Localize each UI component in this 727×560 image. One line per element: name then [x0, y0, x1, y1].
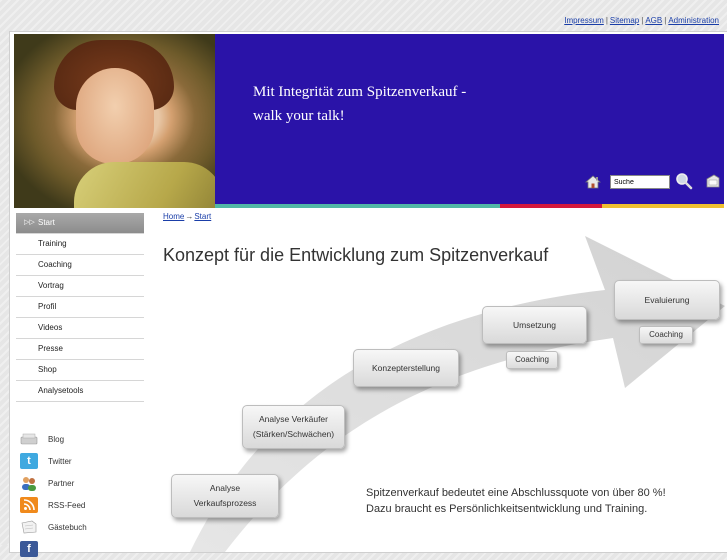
impressum-link[interactable]: Impressum	[564, 16, 604, 25]
nav-item-presse[interactable]: Presse	[16, 339, 144, 360]
search-icon[interactable]	[675, 172, 693, 190]
social-guestbook[interactable]: Gästebuch	[20, 516, 150, 538]
breadcrumb-home-link[interactable]: Home	[163, 212, 184, 221]
home-icon[interactable]	[585, 174, 601, 190]
breadcrumb: Home→Start	[163, 212, 211, 221]
slogan: Mit Integrität zum Spitzenverkauf - walk…	[253, 80, 466, 128]
step-2-line-2: (Stärken/Schwächen)	[252, 429, 335, 439]
step-1-line-1: Analyse	[209, 483, 241, 493]
header-portrait-image	[14, 34, 215, 208]
twitter-icon: t	[20, 453, 38, 469]
page-title: Konzept für die Entwicklung zum Spitzenv…	[163, 245, 549, 265]
blog-icon	[20, 431, 38, 447]
step-5-coaching-badge: Coaching	[639, 326, 693, 344]
page-container: Mit Integrität zum Spitzenverkauf - walk…	[9, 31, 727, 557]
color-stripe	[215, 204, 724, 208]
social-twitter-label: Twitter	[48, 456, 72, 466]
active-arrow-icon: ▷▷	[24, 219, 35, 226]
nav-item-training[interactable]: Training	[16, 234, 144, 255]
nav-item-start[interactable]: ▷▷ Start	[16, 213, 144, 234]
administration-link[interactable]: Administration	[668, 16, 719, 25]
nav-item-profil[interactable]: Profil	[16, 297, 144, 318]
contact-icon[interactable]	[705, 173, 721, 189]
step-konzepterstellung: Konzepterstellung	[353, 349, 459, 387]
social-twitter[interactable]: t Twitter	[20, 450, 150, 472]
step-1-line-2: Verkaufsprozess	[193, 498, 257, 508]
social-links: Blog t Twitter Partner RSS-Feed Gästebuc…	[20, 428, 150, 560]
concept-diagram: Analyse Verkaufsprozess Analyse Verkäufe…	[155, 228, 727, 552]
nav-item-analysetools[interactable]: Analysetools	[16, 381, 144, 402]
claim-text: Spitzenverkauf bedeutet eine Abschlussqu…	[366, 485, 666, 517]
step-umsetzung: Umsetzung	[482, 306, 587, 344]
claim-line-1: Spitzenverkauf bedeutet eine Abschlussqu…	[366, 487, 666, 499]
social-rss-label: RSS-Feed	[48, 500, 86, 510]
header-banner: Mit Integrität zum Spitzenverkauf - walk…	[215, 34, 724, 204]
step-evaluierung: Evaluierung	[614, 280, 720, 320]
social-facebook[interactable]: f	[20, 538, 150, 560]
social-blog[interactable]: Blog	[20, 428, 150, 450]
social-blog-label: Blog	[48, 434, 65, 444]
sidebar-nav: ▷▷ Start Training Coaching Vortrag Profil…	[16, 213, 144, 402]
social-partner-label: Partner	[48, 478, 75, 488]
slogan-line-1: Mit Integrität zum Spitzenverkauf -	[253, 84, 467, 100]
nav-item-videos[interactable]: Videos	[16, 318, 144, 339]
top-links: Impressum | Sitemap | AGB | Administration	[564, 16, 719, 25]
rss-icon	[20, 497, 38, 513]
agb-link[interactable]: AGB	[645, 16, 662, 25]
social-rss[interactable]: RSS-Feed	[20, 494, 150, 516]
claim-line-2: Dazu braucht es Persönlichkeitsentwicklu…	[366, 503, 648, 515]
slogan-line-2: walk your talk!	[253, 108, 345, 124]
step-3-label: Konzepterstellung	[371, 362, 441, 373]
nav-item-shop[interactable]: Shop	[16, 360, 144, 381]
social-partner[interactable]: Partner	[20, 472, 150, 494]
step-analyse-verkaeufer: Analyse Verkäufer (Stärken/Schwächen)	[242, 405, 345, 449]
facebook-icon: f	[20, 541, 38, 557]
guestbook-icon	[20, 519, 38, 535]
breadcrumb-current-link[interactable]: Start	[194, 212, 211, 221]
sitemap-link[interactable]: Sitemap	[610, 16, 639, 25]
step-4-coaching-badge: Coaching	[506, 351, 558, 369]
nav-item-coaching[interactable]: Coaching	[16, 255, 144, 276]
breadcrumb-separator: →	[185, 212, 194, 221]
step-analyse-verkaufsprozess: Analyse Verkaufsprozess	[171, 474, 279, 518]
partner-icon	[20, 475, 38, 491]
nav-item-vortrag[interactable]: Vortrag	[16, 276, 144, 297]
step-5-label: Evaluierung	[644, 294, 690, 305]
step-2-line-1: Analyse Verkäufer	[259, 414, 328, 424]
search-input[interactable]	[610, 175, 670, 189]
nav-item-label: Start	[38, 218, 55, 227]
step-4-label: Umsetzung	[513, 319, 556, 330]
social-guestbook-label: Gästebuch	[48, 522, 87, 532]
